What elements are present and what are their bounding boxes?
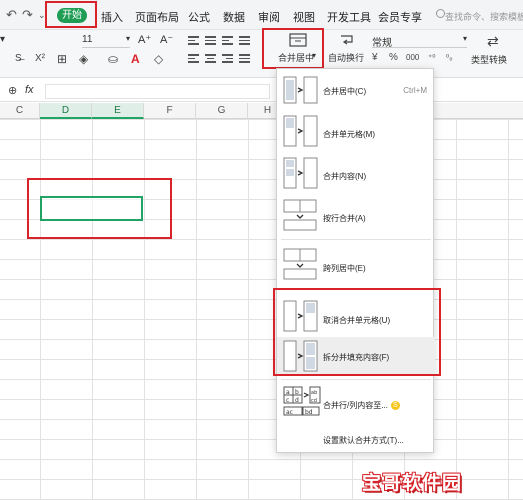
tab-developer[interactable]: 开发工具	[327, 9, 371, 25]
search-icon	[436, 9, 445, 18]
menu-item-merge-by-row[interactable]: 按行合并(A)	[277, 195, 435, 235]
svg-text:d: d	[295, 397, 299, 404]
member-badge-icon: S	[390, 401, 400, 411]
wrap-text-label: 自动换行	[328, 53, 365, 63]
menu-item-label: 合并居中(C)	[323, 87, 367, 96]
number-format-value: 常规	[372, 38, 392, 49]
annotation-box-unmerge-options	[273, 288, 441, 376]
annotation-box-merge-button	[262, 28, 324, 69]
svg-text:c: c	[286, 397, 289, 404]
svg-text:ab: ab	[311, 390, 317, 396]
font-shrink-button[interactable]: A⁻	[160, 33, 173, 46]
menu-item-label: 合并单元格(M)	[323, 130, 375, 139]
tab-formula[interactable]: 公式	[188, 9, 210, 25]
center-across-icon	[283, 248, 317, 280]
command-search-input[interactable]: 查找命令、搜索模板	[445, 10, 523, 23]
svg-text:a: a	[286, 389, 290, 396]
menu-item-label-text: 合并行/列内容至...	[323, 401, 388, 410]
clear-format-icon[interactable]: ◇	[154, 52, 163, 66]
column-header-e[interactable]: E	[92, 103, 144, 119]
merge-row-col-content-icon: a b c d ab cd ac bd	[283, 386, 321, 416]
font-name-edge: ▾	[0, 34, 6, 45]
annotation-box-home-tab	[45, 1, 97, 28]
align-top-icon[interactable]	[188, 36, 199, 46]
column-header-g[interactable]: G	[196, 103, 248, 119]
type-convert-label: 类型转换	[471, 55, 508, 65]
thousands-separator-icon[interactable]: 000	[406, 53, 419, 62]
tab-page-layout[interactable]: 页面布局	[135, 9, 179, 25]
svg-text:b: b	[295, 389, 299, 396]
merge-center-icon	[283, 76, 318, 104]
sheet-grid[interactable]	[0, 119, 523, 500]
column-header-c[interactable]: C	[0, 103, 40, 119]
svg-text:cd: cd	[311, 398, 317, 404]
menu-separator	[281, 239, 431, 240]
currency-icon[interactable]: ¥	[372, 52, 378, 63]
number-format-select[interactable]: 常规 ▾	[372, 34, 467, 49]
redo-icon[interactable]: ↷	[22, 7, 33, 23]
align-center-icon[interactable]	[205, 54, 216, 64]
wrap-text-icon	[341, 35, 353, 45]
formula-input[interactable]	[45, 84, 270, 99]
menu-separator	[281, 379, 431, 380]
menu-item-default-merge-setting[interactable]: 设置默认合并方式(T)...	[277, 429, 435, 451]
merge-by-row-icon	[283, 199, 317, 231]
type-convert-button[interactable]: ⇄ 类型转换	[471, 33, 519, 65]
percent-icon[interactable]: %	[389, 52, 398, 63]
menu-item-label: 按行合并(A)	[323, 214, 366, 223]
annotation-box-selection	[27, 178, 172, 239]
border-icon[interactable]: ⊞	[57, 52, 67, 66]
tab-review[interactable]: 审阅	[258, 9, 280, 25]
chevron-down-icon: ▾	[462, 34, 467, 43]
align-middle-icon[interactable]	[205, 36, 216, 46]
menu-item-shortcut: Ctrl+M	[403, 86, 427, 95]
merge-content-icon	[283, 157, 318, 189]
svg-text:ac: ac	[286, 409, 293, 416]
wrap-text-button[interactable]: 自动换行	[328, 33, 368, 65]
font-size-value: 11	[82, 34, 93, 45]
menu-item-label: 合并行/列内容至... S	[323, 400, 400, 411]
merge-cells-icon	[283, 115, 318, 147]
tab-view[interactable]: 视图	[293, 9, 315, 25]
menu-item-merge-content[interactable]: 合并内容(N)	[277, 153, 435, 193]
align-right-icon[interactable]	[222, 54, 233, 64]
menu-item-label: 跨列居中(E)	[323, 264, 366, 273]
menu-item-merge-center[interactable]: 合并居中(C) Ctrl+M	[277, 71, 435, 109]
strikethrough-icon[interactable]: S̶	[15, 53, 22, 64]
watermark: 宝哥软件园	[362, 473, 463, 494]
menu-item-label: 设置默认合并方式(T)...	[323, 436, 404, 445]
align-bottom-icon[interactable]	[222, 36, 233, 46]
column-header-d[interactable]: D	[40, 103, 92, 119]
menu-item-merge-row-col-content[interactable]: a b c d ab cd ac bd 合并行/列内容至... S	[277, 383, 435, 427]
decrease-decimal-icon[interactable]: ⁰₀	[446, 53, 453, 62]
menu-item-label: 合并内容(N)	[323, 172, 367, 181]
indent-icon[interactable]	[239, 36, 250, 46]
svg-text:bd: bd	[305, 409, 313, 416]
undo-icon[interactable]: ↶	[6, 7, 17, 23]
menu-item-center-across[interactable]: 跨列居中(E)	[277, 243, 435, 285]
chevron-down-icon: ▾	[125, 34, 130, 43]
justify-icon[interactable]	[239, 54, 250, 64]
column-header-f[interactable]: F	[144, 103, 196, 119]
tab-member[interactable]: 会员专享	[378, 9, 422, 25]
zoom-icon[interactable]: ⊕	[8, 84, 17, 97]
column-header-bar: C D E F G H	[0, 103, 523, 119]
tab-data[interactable]: 数据	[223, 9, 245, 25]
convert-icon: ⇄	[487, 33, 499, 49]
menu-item-merge-cells[interactable]: 合并单元格(M)	[277, 111, 435, 151]
tab-insert[interactable]: 插入	[101, 9, 123, 25]
paint-bucket-icon[interactable]: ⛀	[108, 52, 118, 66]
font-size-select[interactable]: 11 ▾	[82, 34, 130, 48]
fx-icon[interactable]: fx	[25, 84, 34, 96]
fill-color-icon[interactable]: ◈	[79, 52, 88, 66]
align-left-icon[interactable]	[188, 54, 199, 64]
font-grow-button[interactable]: A⁺	[138, 33, 151, 46]
font-color-icon[interactable]: A	[131, 52, 140, 66]
increase-decimal-icon[interactable]: ⁺⁰	[428, 53, 435, 62]
superscript-icon[interactable]: X²	[35, 53, 45, 64]
merge-dropdown-menu: 合并居中(C) Ctrl+M 合并单元格(M) 合并内容(N) 按行合并(A)	[276, 68, 435, 453]
